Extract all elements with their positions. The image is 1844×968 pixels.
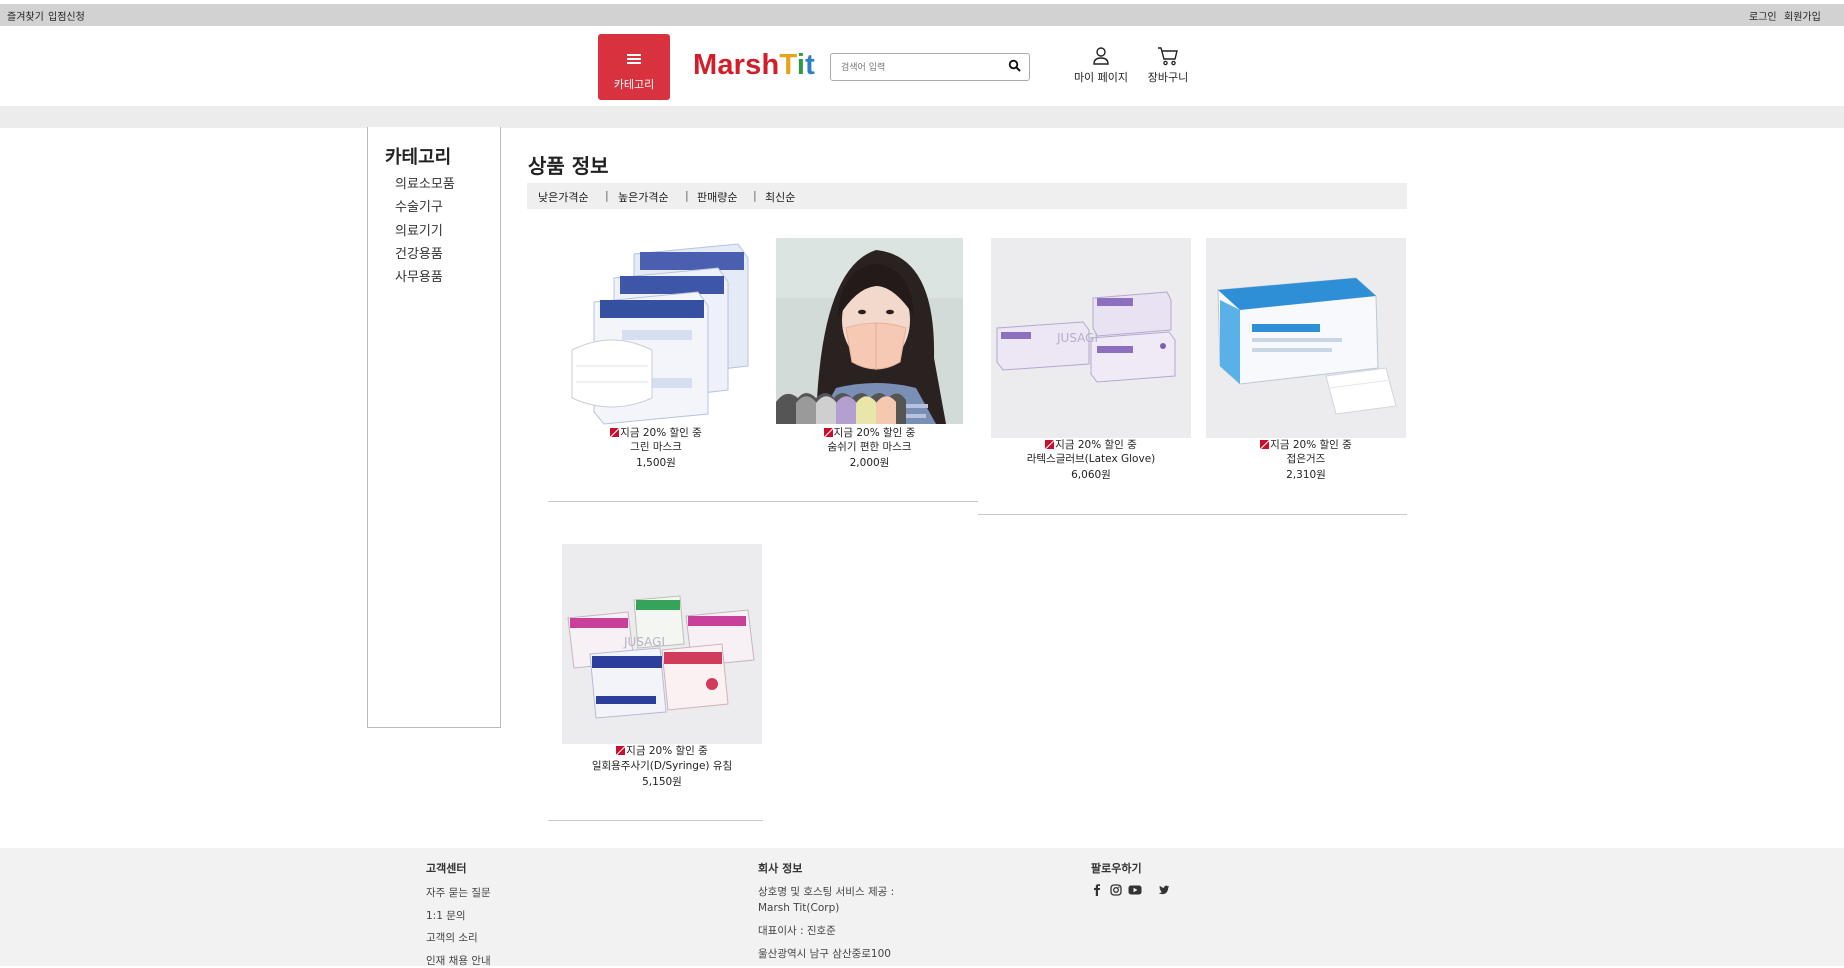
footer-link-voice[interactable]: 고객의 소리 — [426, 930, 478, 945]
svg-text:JUSAGI: JUSAGI — [1056, 331, 1098, 345]
product-price: 2,310원 — [1286, 469, 1326, 481]
product-card[interactable]: JUSAGI 지금 20% 할인 중 라텍스글러브(Latex Glove) 6… — [991, 238, 1191, 488]
product-promo: 지금 20% 할인 중 — [562, 744, 762, 759]
product-name: 라텍스글러브(Latex Glove) — [1026, 453, 1156, 465]
product-price: 5,150원 — [642, 776, 682, 788]
logo-letter-t: T — [779, 49, 797, 81]
discount-icon — [616, 746, 626, 755]
instagram-icon[interactable] — [1110, 884, 1122, 896]
product-name: 접은거즈 — [1286, 453, 1326, 465]
bookmark-link[interactable]: 즐겨찾기 — [7, 8, 44, 23]
footer-link-faq[interactable]: 자주 묻는 질문 — [426, 885, 491, 900]
signup-link[interactable]: 회원가입 — [1784, 8, 1821, 23]
category-menu-button[interactable]: 카테고리 — [598, 34, 670, 100]
search-input[interactable] — [839, 58, 1003, 77]
mypage-label: 마이 페이지 — [1073, 71, 1129, 84]
mypage-button[interactable]: 마이 페이지 — [1070, 46, 1132, 85]
footer-company-line: Marsh Tit(Corp) — [758, 902, 840, 914]
sort-newest[interactable]: 최신순 — [765, 189, 795, 205]
sidebar-item-medical-devices[interactable]: 의료기기 — [395, 220, 443, 239]
youtube-icon[interactable] — [1128, 884, 1142, 896]
product-promo-text: 지금 20% 할인 중 — [1270, 439, 1352, 451]
footer-support-title: 고객센터 — [426, 862, 467, 875]
sort-bar: 낮은가격순 | 높은가격순 | 판매량순 | 최신순 — [527, 183, 1407, 209]
product-promo: 지금 20% 할인 중 — [991, 438, 1191, 453]
login-link[interactable]: 로그인 — [1749, 8, 1777, 23]
footer-link-inquiry[interactable]: 1:1 문의 — [426, 908, 466, 923]
product-card[interactable]: JUSAGI 지금 20% 할인 중 일회용주사기(D/Syringe) 유침 … — [562, 544, 762, 794]
product-name: 일회용주사기(D/Syringe) 유침 — [591, 760, 733, 772]
footer-company-line: 대표이사 : 진호준 — [758, 925, 836, 937]
sort-high-price[interactable]: 높은가격순 — [618, 189, 669, 205]
product-price: 2,000원 — [849, 457, 890, 469]
header-divider-strip — [0, 106, 1844, 128]
search-box — [830, 53, 1030, 81]
cart-icon — [1158, 47, 1178, 66]
svg-text:JUSAGI: JUSAGI — [623, 635, 665, 649]
top-utility-bar: 즐겨찾기 입점신청 로그인 회원가입 — [0, 4, 1844, 26]
footer-company-title: 회사 정보 — [758, 862, 803, 875]
user-icon — [1093, 47, 1109, 65]
product-promo: 지금 20% 할인 중 — [562, 426, 750, 441]
sort-low-price[interactable]: 낮은가격순 — [538, 189, 589, 205]
row-divider — [548, 501, 978, 502]
product-image-syringe-boxes: JUSAGI — [562, 544, 762, 744]
product-promo-text: 지금 20% 할인 중 — [620, 427, 702, 439]
footer-company-line: 상호명 및 호스팅 서비스 제공 : — [758, 886, 895, 898]
product-price: 6,060원 — [1071, 469, 1111, 481]
discount-icon — [1045, 440, 1055, 449]
discount-icon — [1260, 440, 1270, 449]
row-divider — [978, 514, 1407, 515]
product-promo-text: 지금 20% 할인 중 — [626, 745, 708, 757]
product-card[interactable]: 지금 20% 할인 중 접은거즈 2,310원 — [1206, 238, 1406, 488]
sort-separator: | — [753, 189, 757, 202]
logo-text-marsh: Marsh — [693, 49, 780, 81]
twitter-icon[interactable] — [1158, 884, 1170, 896]
sidebar-item-office-supplies[interactable]: 사무용품 — [395, 266, 443, 285]
sort-separator: | — [605, 189, 609, 202]
product-name: 숨쉬기 편한 마스크 — [827, 441, 912, 453]
discount-icon — [610, 428, 620, 437]
category-button-label: 카테고리 — [613, 78, 655, 91]
logo-letter-t2: t — [805, 49, 815, 81]
logo-text-tit: Tit — [779, 49, 815, 81]
cart-label: 장바구니 — [1147, 71, 1189, 84]
product-promo-text: 지금 20% 할인 중 — [833, 427, 916, 439]
store-apply-link[interactable]: 입점신청 — [48, 8, 85, 23]
product-image-latex-gloves: JUSAGI — [991, 238, 1191, 438]
search-icon[interactable] — [1008, 59, 1022, 73]
sort-separator: | — [685, 189, 689, 202]
product-promo: 지금 20% 할인 중 — [776, 426, 963, 441]
sidebar-title: 카테고리 — [385, 147, 452, 168]
product-promo-text: 지금 20% 할인 중 — [1055, 439, 1137, 451]
footer-company-line: 울산광역시 남구 삼산중로100 — [758, 948, 891, 960]
footer-follow-title: 팔로우하기 — [1091, 862, 1142, 875]
site-logo[interactable]: MarshTit — [693, 49, 815, 82]
menu-icon — [627, 54, 641, 64]
logo-letter-i: i — [796, 49, 806, 81]
facebook-icon[interactable] — [1091, 884, 1103, 896]
product-price: 1,500원 — [636, 457, 676, 469]
sidebar-item-surgical-tools[interactable]: 수술기구 — [395, 196, 443, 215]
row-divider — [548, 820, 763, 821]
sidebar-item-medical-supplies[interactable]: 의료소모품 — [395, 173, 455, 192]
product-image-folded-gauze — [1206, 238, 1406, 438]
cart-button[interactable]: 장바구니 — [1142, 46, 1194, 85]
product-image-mask-boxes — [562, 238, 750, 426]
sidebar-item-health-products[interactable]: 건강용품 — [395, 243, 443, 262]
discount-icon — [823, 428, 833, 437]
product-name: 그린 마스크 — [630, 441, 682, 453]
product-promo: 지금 20% 할인 중 — [1206, 438, 1406, 453]
page-title: 상품 정보 — [528, 154, 609, 178]
site-footer: 고객센터 자주 묻는 질문 1:1 문의 고객의 소리 인재 채용 안내 회사 … — [0, 848, 1844, 967]
category-sidebar: 카테고리 의료소모품 수술기구 의료기기 건강용품 사무용품 — [367, 127, 501, 728]
product-image-kf-mask-model — [776, 238, 963, 424]
sort-sales[interactable]: 판매량순 — [697, 189, 737, 205]
product-card[interactable]: 지금 20% 할인 중 그린 마스크 1,500원 — [562, 238, 750, 478]
product-card[interactable]: 지금 20% 할인 중 숨쉬기 편한 마스크 2,000원 — [776, 238, 963, 478]
